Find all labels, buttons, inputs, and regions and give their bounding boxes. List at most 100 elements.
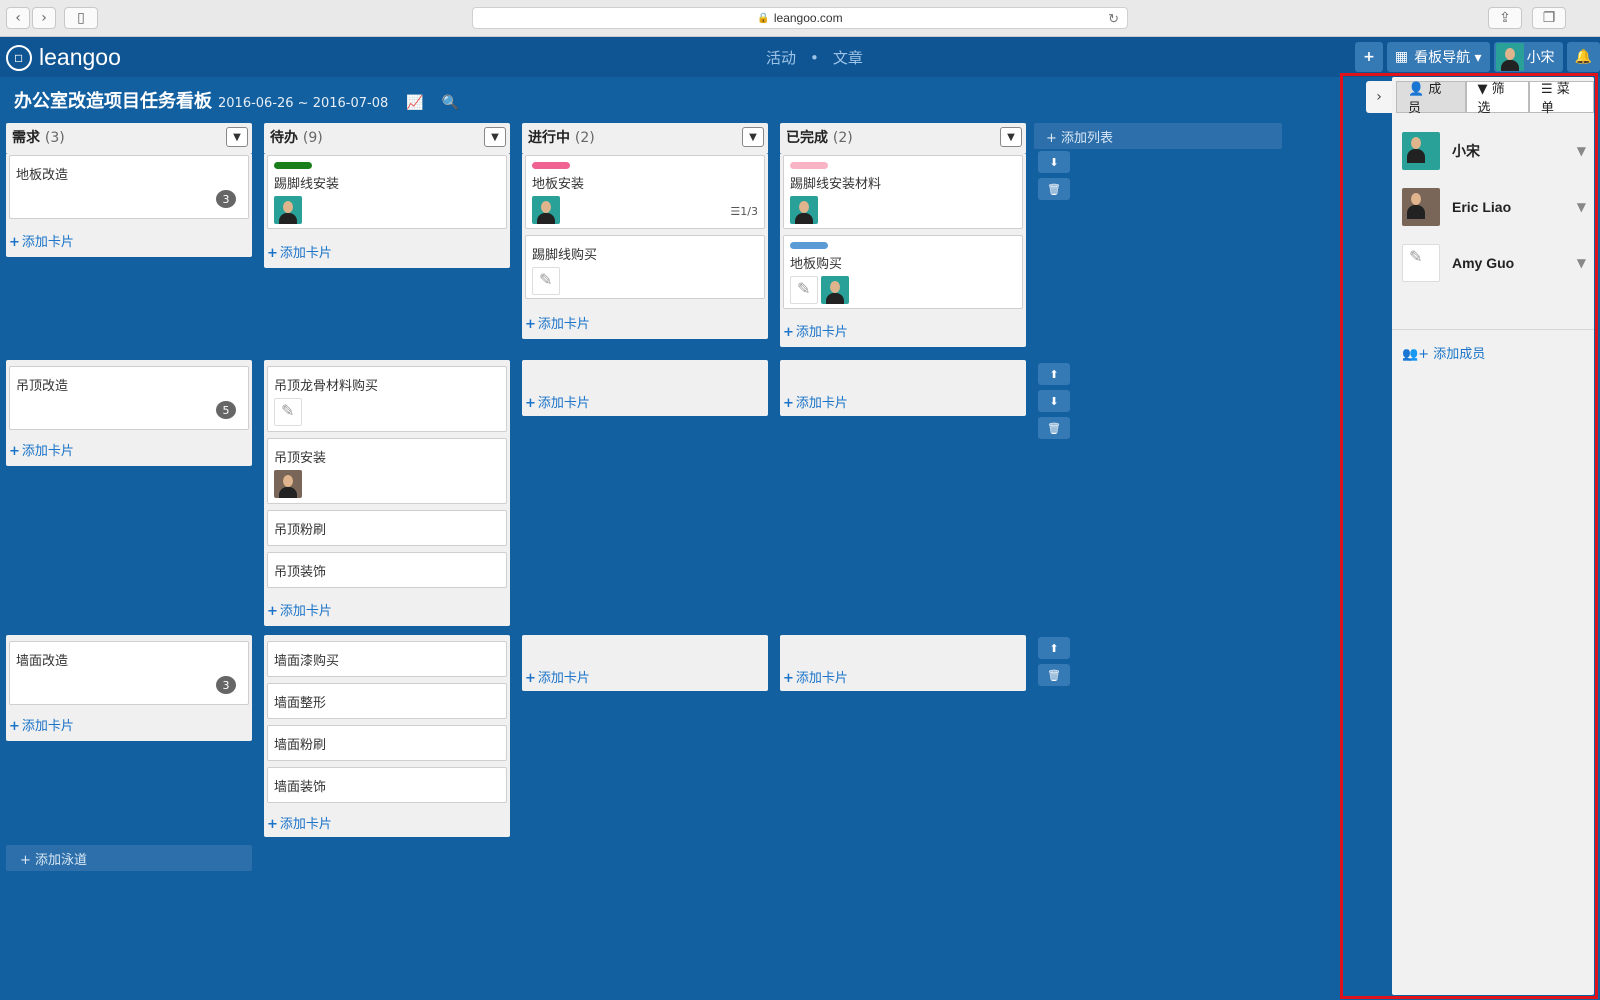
add-lane-button[interactable]: + 添加泳道 (6, 845, 252, 871)
chevron-down-icon[interactable]: ▼ (1000, 127, 1022, 147)
card[interactable]: 墙面漆购买 (267, 641, 507, 677)
card[interactable]: 墙面改造 3 (9, 641, 249, 705)
trash-icon[interactable]: 🗑 (1038, 178, 1070, 200)
add-card-button[interactable]: + 添加卡片 (783, 392, 848, 411)
plus-icon: + (267, 817, 278, 832)
card-title: 踢脚线安装 (274, 177, 340, 192)
tabs-icon[interactable]: ❐ (1532, 7, 1566, 29)
card-title: 踢脚线安装材料 (790, 177, 882, 192)
member-row[interactable]: Eric Liao ▼ (1402, 187, 1586, 227)
column-count: (2) (574, 130, 595, 146)
add-card-button[interactable]: + 添加卡片 (267, 600, 332, 619)
card[interactable]: 地板安装 ☰1/3 (525, 155, 765, 229)
chevron-down-icon[interactable]: ▼ (742, 127, 764, 147)
board-nav-button[interactable]: ▦ 看板导航 ▾ (1386, 42, 1490, 72)
lane-cell: 吊顶改造 5 + 添加卡片 (6, 360, 252, 466)
chart-icon[interactable]: 📈 (406, 95, 423, 111)
logo-icon: ◇ (0, 39, 38, 76)
plus-icon: + (9, 444, 20, 459)
add-card-button[interactable]: + 添加卡片 (525, 667, 590, 686)
card[interactable]: 地板改造 3 (9, 155, 249, 219)
plus-icon: + (783, 396, 794, 411)
card-title: 墙面改造 (16, 654, 69, 669)
nav-activity[interactable]: 活动 (766, 47, 796, 68)
card[interactable]: 踢脚线安装 (267, 155, 507, 229)
column-header-todo: 待办 (9) ▼ (264, 123, 510, 153)
card[interactable]: 吊顶粉刷 (267, 510, 507, 546)
user-avatar (1495, 43, 1524, 71)
member-avatar (1402, 244, 1440, 282)
card[interactable]: 地板购买 (783, 235, 1023, 309)
grid-icon: ▦ (1394, 49, 1409, 65)
column-count: (2) (832, 130, 853, 146)
plus-icon: + (783, 325, 794, 340)
card-title: 吊顶安装 (274, 451, 327, 466)
add-card-button[interactable]: + 添加卡片 (267, 813, 332, 832)
arrow-up-icon[interactable]: ⬆ (1038, 637, 1070, 659)
user-menu-button[interactable]: 小宋 (1493, 42, 1563, 72)
board-title[interactable]: 办公室改造项目任务看板 (14, 87, 212, 113)
arrow-down-icon[interactable]: ⬇ (1038, 151, 1070, 173)
back-button[interactable]: ‹ (6, 7, 30, 29)
tab-filter[interactable]: ▼ 筛选 (1465, 81, 1529, 116)
divider (1392, 329, 1594, 330)
card[interactable]: 吊顶龙骨材料购买 (267, 366, 507, 432)
tab-members[interactable]: 👤 成员 (1396, 81, 1466, 116)
filter-icon[interactable]: ▼ (1577, 144, 1586, 158)
forward-button[interactable]: › (32, 7, 56, 29)
card[interactable]: 吊顶安装 (267, 438, 507, 504)
share-icon[interactable]: ⇪ (1488, 7, 1522, 29)
card[interactable]: 吊顶装饰 (267, 552, 507, 588)
sidebar-toggle-icon[interactable]: ▯ (64, 7, 98, 29)
browser-chrome: ‹ › ▯ 🔒 leangoo.com ↻ ⇪ ❐ (0, 0, 1600, 37)
search-icon[interactable]: 🔍 (442, 95, 459, 111)
logo[interactable]: ◇ leangoo (0, 39, 121, 76)
reload-icon[interactable]: ↻ (1108, 11, 1119, 27)
chevron-down-icon[interactable]: ▼ (226, 127, 248, 147)
card[interactable]: 墙面装饰 (267, 767, 507, 803)
card[interactable]: 墙面粉刷 (267, 725, 507, 761)
add-card-button[interactable]: + 添加卡片 (525, 392, 590, 411)
card[interactable]: 踢脚线安装材料 (783, 155, 1023, 229)
column-count: (9) (302, 130, 323, 146)
card-title: 吊顶粉刷 (274, 523, 327, 538)
trash-icon[interactable]: 🗑 (1038, 417, 1070, 439)
member-avatar (790, 196, 818, 224)
lane-cell: 踢脚线安装 + 添加卡片 (264, 153, 510, 268)
add-card-button[interactable]: + 添加卡片 (525, 313, 590, 332)
sub-count-badge: 3 (216, 676, 236, 694)
add-list-button[interactable]: + 添加列表 (1034, 123, 1282, 149)
card[interactable]: 吊顶改造 5 (9, 366, 249, 430)
add-card-button[interactable]: + 添加卡片 (9, 715, 74, 734)
add-member-button[interactable]: 👥+ 添加成员 (1402, 343, 1485, 362)
add-card-button[interactable]: + 添加卡片 (783, 321, 848, 340)
filter-icon[interactable]: ▼ (1577, 200, 1586, 214)
chevron-down-icon[interactable]: ▼ (484, 127, 506, 147)
filter-icon[interactable]: ▼ (1577, 256, 1586, 270)
card[interactable]: 墙面整形 (267, 683, 507, 719)
notifications-bell-icon[interactable]: 🔔 (1566, 42, 1600, 72)
member-avatar (274, 196, 302, 224)
sidebar-tabs: 👤 成员 ▼ 筛选 ☰ 菜单 (1396, 81, 1595, 116)
address-bar[interactable]: 🔒 leangoo.com ↻ (472, 7, 1128, 29)
arrow-up-icon[interactable]: ⬆ (1038, 363, 1070, 385)
add-card-button[interactable]: + 添加卡片 (9, 231, 74, 250)
add-card-button[interactable]: + 添加卡片 (9, 440, 74, 459)
nav-articles[interactable]: 文章 (833, 47, 863, 68)
card[interactable]: 踢脚线购买 (525, 235, 765, 299)
plus-icon: + (267, 246, 278, 261)
member-row[interactable]: Amy Guo ▼ (1402, 243, 1586, 283)
url-text: leangoo.com (773, 11, 843, 25)
tab-menu[interactable]: ☰ 菜单 (1528, 81, 1595, 116)
member-avatar (532, 196, 560, 224)
add-card-button[interactable]: + 添加卡片 (267, 242, 332, 261)
add-card-button[interactable]: + 添加卡片 (783, 667, 848, 686)
add-button[interactable]: + (1355, 42, 1383, 72)
trash-icon[interactable]: 🗑 (1038, 664, 1070, 686)
lane-cell: 吊顶龙骨材料购买 吊顶安装 吊顶粉刷 吊顶装饰 +添加卡片 (264, 360, 510, 626)
sidebar-collapse-icon[interactable]: › (1366, 81, 1392, 113)
member-row[interactable]: 小宋 ▼ (1402, 131, 1586, 171)
logo-text: leangoo (39, 44, 121, 70)
arrow-down-icon[interactable]: ⬇ (1038, 390, 1070, 412)
card-title: 墙面整形 (274, 696, 327, 711)
